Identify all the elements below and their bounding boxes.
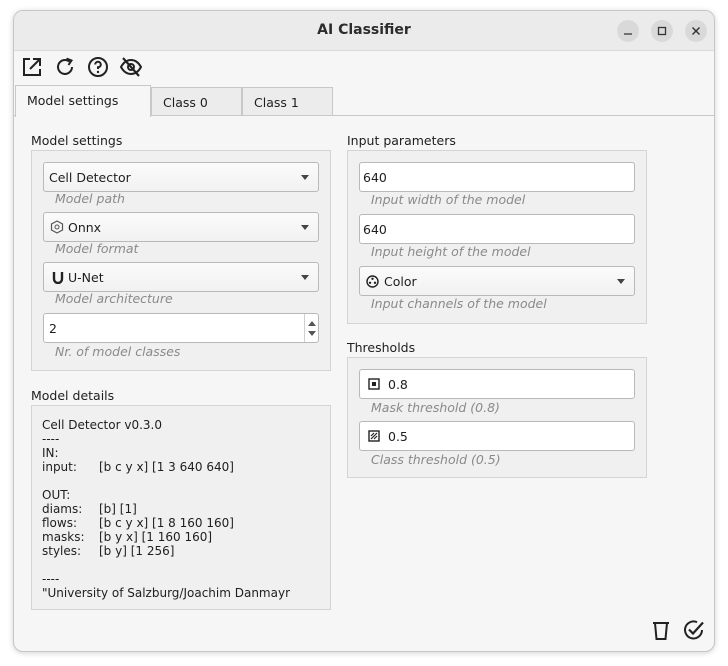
spin-down-icon[interactable]: [308, 331, 316, 336]
onnx-icon: [50, 220, 64, 234]
minimize-button[interactable]: [617, 20, 639, 42]
chevron-down-icon: [617, 279, 625, 284]
help-button[interactable]: [85, 54, 111, 80]
details-separator: ----: [42, 572, 60, 586]
maximize-button[interactable]: [651, 20, 673, 42]
visibility-off-icon: [119, 57, 143, 77]
minimize-icon: [624, 33, 632, 35]
model-architecture-combo[interactable]: U-Net: [43, 262, 319, 292]
chevron-down-icon: [301, 275, 309, 280]
close-button[interactable]: [685, 20, 707, 42]
tab-class-0[interactable]: Class 0: [151, 87, 242, 116]
class-threshold-hint: Class threshold (0.5): [371, 452, 501, 467]
visibility-toggle-button[interactable]: [118, 54, 144, 80]
nr-classes-hint: Nr. of model classes: [55, 344, 181, 359]
model-path-value: Cell Detector: [49, 170, 131, 185]
spin-buttons[interactable]: [304, 314, 318, 342]
window-title: AI Classifier: [317, 22, 411, 38]
mask-threshold-value: 0.8: [388, 377, 408, 392]
maximize-icon: [657, 26, 667, 36]
details-output-row: diams: [b] [1]: [42, 502, 290, 516]
details-key: masks:: [42, 530, 85, 544]
spin-up-icon[interactable]: [308, 321, 316, 326]
details-separator: ----: [42, 432, 60, 446]
confirm-icon: [684, 620, 704, 640]
input-channels-combo[interactable]: Color: [359, 266, 635, 296]
model-format-hint: Model format: [55, 241, 139, 256]
model-details-text: Cell Detector v0.3.0 ---- IN: input: [b c…: [42, 418, 290, 600]
model-path-combo[interactable]: Cell Detector: [43, 162, 319, 192]
details-in-label: IN:: [42, 446, 59, 460]
mask-threshold-field[interactable]: 0.8: [359, 369, 635, 399]
input-parameters-group: 640 Input width of the model 640 Input h…: [347, 150, 647, 324]
open-external-button[interactable]: [19, 54, 45, 80]
details-value: [b c y x] [1 8 160 160]: [99, 516, 234, 530]
tab-model-settings[interactable]: Model settings: [15, 85, 151, 117]
details-key: input:: [42, 460, 77, 474]
class-threshold-value: 0.5: [388, 429, 408, 444]
details-output-row: flows: [b c y x] [1 8 160 160]: [42, 516, 290, 530]
model-path-hint: Model path: [55, 191, 125, 206]
details-footer: "University of Salzburg/Joachim Danmayr: [42, 586, 291, 600]
input-channels-value: Color: [384, 274, 417, 289]
input-height-hint: Input height of the model: [371, 244, 531, 259]
details-out-label: OUT:: [42, 488, 71, 502]
details-key: flows:: [42, 516, 78, 530]
details-header: Cell Detector v0.3.0: [42, 418, 162, 432]
details-output-row: styles: [b y] [1 256]: [42, 544, 290, 558]
title-bar: AI Classifier: [14, 11, 714, 51]
model-format-combo[interactable]: Onnx: [43, 212, 319, 242]
model-settings-group: Cell Detector Model path Onnx Model form…: [31, 150, 331, 371]
model-format-value: Onnx: [68, 220, 102, 235]
close-icon: [692, 27, 700, 35]
open-external-icon: [23, 58, 41, 76]
app-window: AI Classifier Model settings Class 0 Cla…: [13, 10, 715, 652]
details-output-row: masks: [b y x] [1 160 160]: [42, 530, 290, 544]
input-width-value: 640: [363, 170, 387, 185]
model-settings-title: Model settings: [31, 133, 123, 148]
thresholds-title: Thresholds: [347, 340, 416, 355]
tab-bar: Model settings Class 0 Class 1: [14, 85, 714, 117]
tab-class-1[interactable]: Class 1: [242, 87, 333, 116]
details-value: [b y x] [1 160 160]: [99, 530, 213, 544]
model-details-title: Model details: [31, 388, 115, 403]
details-key: styles:: [42, 544, 82, 558]
model-architecture-value: U-Net: [68, 270, 104, 285]
delete-button[interactable]: [648, 617, 674, 643]
input-width-field[interactable]: 640: [359, 162, 635, 192]
model-architecture-hint: Model architecture: [55, 291, 173, 306]
input-height-field[interactable]: 640: [359, 214, 635, 244]
refresh-icon: [57, 57, 74, 75]
class-threshold-field[interactable]: 0.5: [359, 421, 635, 451]
mask-threshold-hint: Mask threshold (0.8): [371, 400, 500, 415]
chevron-down-icon: [301, 225, 309, 230]
toolbar: [14, 52, 714, 82]
details-value: [b] [1]: [99, 502, 137, 516]
refresh-button[interactable]: [52, 54, 78, 80]
chevron-down-icon: [301, 175, 309, 180]
details-input-row: input: [b c y x] [1 3 640 640]: [42, 460, 290, 474]
help-icon: [88, 57, 108, 77]
class-threshold-icon: [368, 430, 380, 442]
nr-classes-value: 2: [49, 321, 57, 336]
color-wheel-icon: [366, 275, 379, 288]
input-height-value: 640: [363, 222, 387, 237]
delete-icon: [653, 622, 669, 640]
model-details-group: Cell Detector v0.3.0 ---- IN: input: [b c…: [31, 405, 331, 610]
mask-threshold-icon: [368, 378, 380, 390]
details-value: [b y] [1 256]: [99, 544, 175, 558]
input-channels-hint: Input channels of the model: [371, 296, 547, 311]
unet-icon: [52, 272, 64, 284]
nr-classes-spinbox[interactable]: 2: [43, 313, 319, 343]
confirm-button[interactable]: [681, 617, 707, 643]
details-blank: [42, 474, 290, 488]
details-key: diams:: [42, 502, 83, 516]
input-parameters-title: Input parameters: [347, 133, 456, 148]
details-blank: [42, 558, 290, 572]
details-value: [b c y x] [1 3 640 640]: [99, 460, 234, 474]
thresholds-group: 0.8 Mask threshold (0.8) 0.5 Class thres…: [347, 357, 647, 478]
input-width-hint: Input width of the model: [371, 192, 526, 207]
